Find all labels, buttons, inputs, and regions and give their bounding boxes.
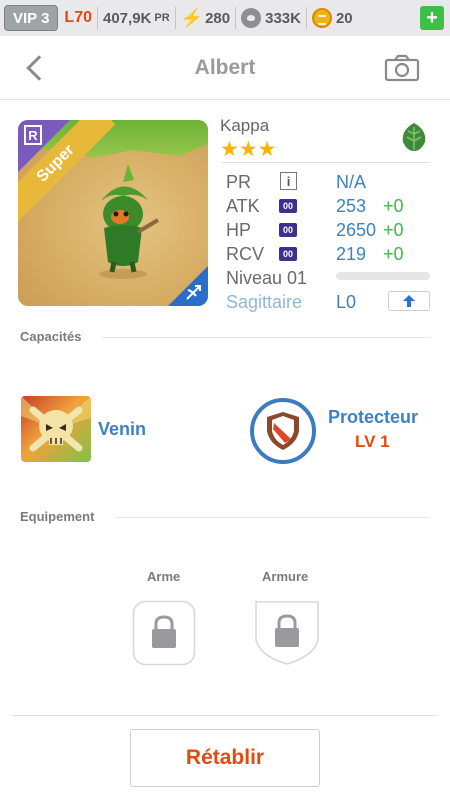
food-value: 333K — [265, 9, 301, 27]
lightning-icon: ⚡ — [180, 7, 204, 28]
rcv-potential-badge: 00 — [279, 247, 297, 261]
hp-potential-badge: 00 — [279, 223, 297, 237]
upgrade-class-button[interactable] — [388, 291, 430, 311]
ability-protecteur-label[interactable]: Protecteur — [328, 407, 418, 428]
ability-venin-label[interactable]: Venin — [98, 419, 146, 440]
camera-button[interactable] — [384, 54, 420, 82]
divider — [305, 7, 307, 29]
divider — [97, 7, 98, 29]
reset-button[interactable]: Rétablir — [130, 729, 320, 787]
power-unit: PR — [154, 12, 170, 24]
energy-value: 280 — [205, 9, 231, 27]
atk-potential-badge: 00 — [279, 199, 297, 213]
atk-bonus: +0 — [383, 196, 404, 216]
abilities-section-title: Capacités — [20, 329, 82, 344]
level-label: Niveau 01 — [226, 268, 308, 288]
skull-icon[interactable] — [21, 396, 91, 462]
creature-species: Kappa — [220, 116, 270, 135]
armor-slot[interactable] — [254, 600, 319, 666]
resource-bar: VIP 3 L70 407,9K PR ⚡ 280 333K 20 + — [0, 0, 450, 36]
rarity-letter: R — [24, 125, 42, 145]
shield-icon — [267, 412, 299, 450]
ability-protecteur-level: LV 1 — [355, 432, 390, 451]
leaf-icon — [398, 121, 430, 153]
gold-stat: 20 — [311, 8, 353, 28]
food-stat: 333K — [241, 8, 301, 28]
gold-value: 20 — [335, 9, 353, 27]
page-header: Albert — [0, 36, 450, 100]
footer-divider — [12, 715, 438, 716]
power-value: 407,9K — [103, 9, 152, 27]
pr-value: N/A — [336, 172, 367, 192]
arrow-up-icon — [403, 295, 415, 307]
coin-icon — [311, 8, 332, 28]
power-stat: 407,9K PR — [103, 10, 170, 27]
stats-divider — [222, 162, 430, 163]
class-level: L0 — [336, 292, 357, 312]
hp-label: HP — [226, 220, 252, 240]
paw-icon — [241, 8, 262, 28]
camera-icon — [384, 54, 420, 82]
add-currency-button[interactable]: + — [420, 6, 444, 30]
atk-value: 253 — [336, 196, 367, 216]
abilities-divider — [102, 337, 430, 338]
bow-arrow-icon — [186, 285, 201, 300]
weapon-slot-label: Arme — [147, 569, 181, 584]
rcv-value: 219 — [336, 244, 367, 264]
vip-badge[interactable]: VIP 3 — [4, 5, 59, 31]
divider — [235, 7, 237, 29]
rcv-label: RCV — [226, 244, 265, 264]
creature-portrait[interactable]: Super R — [18, 120, 208, 306]
weapon-slot[interactable] — [132, 600, 196, 666]
kappa-creature-image — [99, 164, 160, 279]
equipment-divider — [115, 517, 430, 518]
page-title: Albert — [194, 56, 256, 79]
energy-stat: ⚡ 280 — [181, 8, 230, 29]
hp-value: 2650 — [336, 220, 377, 240]
atk-label: ATK — [226, 196, 260, 216]
equipment-section-title: Equipement — [20, 509, 95, 524]
hp-bonus: +0 — [383, 220, 404, 240]
pr-label: PR — [226, 172, 252, 192]
divider — [174, 7, 176, 29]
info-icon[interactable]: i — [280, 172, 297, 190]
level-progress-bar — [336, 272, 430, 280]
ability-protecteur[interactable] — [250, 398, 316, 464]
rcv-bonus: +0 — [383, 244, 404, 264]
star-rating: ★★★ — [220, 138, 277, 161]
class-label[interactable]: Sagittaire — [226, 292, 302, 313]
player-level: L70 — [64, 9, 92, 26]
armor-slot-label: Armure — [262, 569, 309, 584]
